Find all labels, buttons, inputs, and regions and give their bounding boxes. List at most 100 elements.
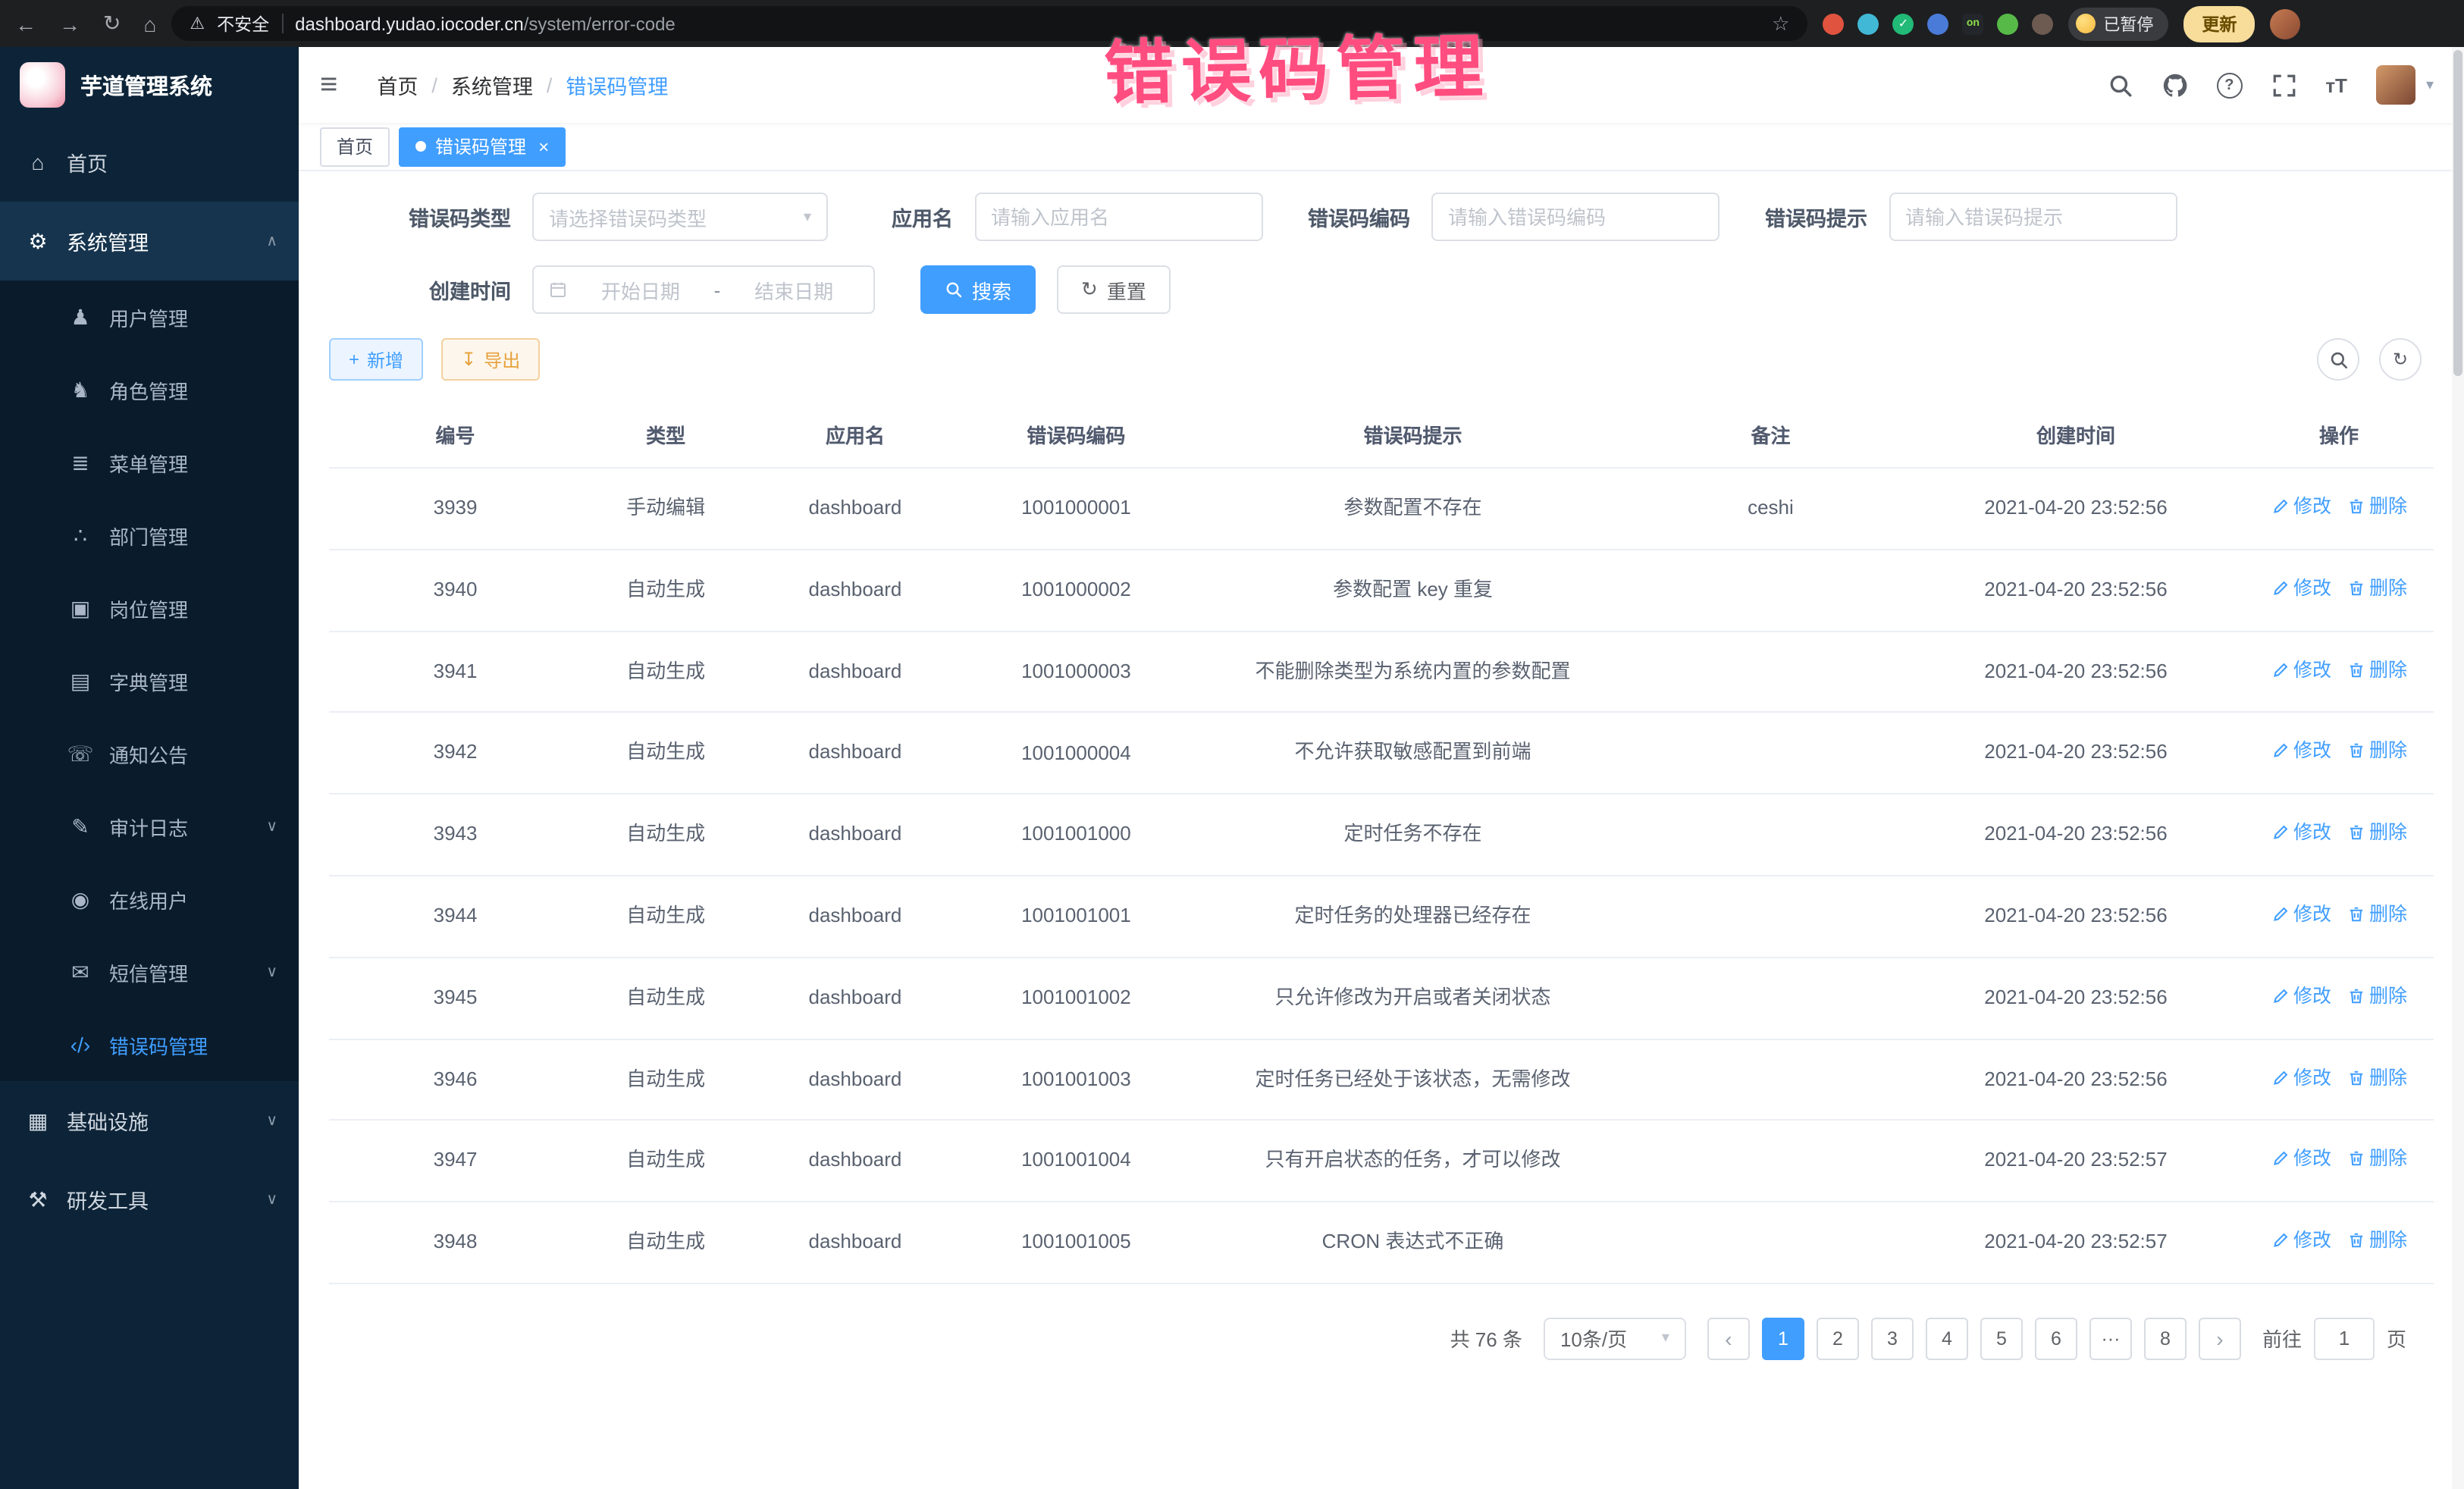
ext-record-icon[interactable]	[1823, 13, 1844, 34]
sidebar-item-notice[interactable]: ☏通知公告	[0, 717, 299, 790]
edit-link[interactable]: 修改	[2271, 1062, 2331, 1092]
close-icon[interactable]: ×	[538, 136, 549, 157]
sidebar-item-menu[interactable]: ≣菜单管理	[0, 426, 299, 499]
cell-remark	[1634, 1121, 1908, 1202]
forward-icon[interactable]: →	[59, 11, 80, 36]
screen: ← → ↻ ⌂ ⚠ 不安全 dashboard.yudao.iocoder.cn…	[0, 0, 2464, 1489]
cell-type: 自动生成	[582, 1039, 750, 1121]
sidebar-item-infra[interactable]: ▦基础设施∨	[0, 1081, 299, 1160]
sidebar-item-dept[interactable]: ∴部门管理	[0, 499, 299, 572]
search-icon[interactable]	[2107, 72, 2133, 98]
bookmark-star-icon[interactable]: ☆	[1772, 11, 1789, 36]
error-hint-input[interactable]	[1889, 193, 2177, 241]
sidebar-item-auditlog[interactable]: ✎审计日志∨	[0, 790, 299, 863]
cell-code-text: 1001000003	[1017, 655, 1135, 688]
refresh-table-button[interactable]: ↻	[2379, 338, 2422, 381]
update-button[interactable]: 更新	[2183, 5, 2255, 42]
delete-link[interactable]: 删除	[2346, 573, 2407, 603]
sidebar-item-system[interactable]: ⚙系统管理∧	[0, 202, 299, 281]
breadcrumb-system[interactable]: 系统管理	[451, 70, 533, 100]
ext-pin-icon[interactable]	[2032, 13, 2053, 34]
ext-leaf-icon[interactable]	[1997, 13, 2018, 34]
page-button-3[interactable]: 3	[1871, 1318, 1914, 1360]
address-bar[interactable]: ⚠ 不安全 dashboard.yudao.iocoder.cn/system/…	[171, 6, 1807, 41]
edit-link[interactable]: 修改	[2271, 1144, 2331, 1174]
goto-page-input[interactable]	[2314, 1318, 2375, 1360]
reload-icon[interactable]: ↻	[103, 11, 121, 36]
edit-link[interactable]: 修改	[2271, 981, 2331, 1011]
app-name-input[interactable]	[974, 193, 1262, 241]
delete-link[interactable]: 删除	[2346, 899, 2407, 929]
github-icon[interactable]	[2161, 72, 2187, 98]
table-row: 3940自动生成dashboard1001000002参数配置 key 重复20…	[329, 550, 2434, 632]
sidebar-item-user[interactable]: ♟用户管理	[0, 281, 299, 353]
export-button[interactable]: ↧ 导出	[441, 338, 540, 381]
sidebar-item-online[interactable]: ◉在线用户	[0, 863, 299, 936]
delete-link[interactable]: 删除	[2346, 1144, 2407, 1174]
edit-link[interactable]: 修改	[2271, 1225, 2331, 1255]
add-button[interactable]: + 新增	[329, 338, 423, 381]
breadcrumb-home[interactable]: 首页	[377, 70, 418, 100]
page-button-1[interactable]: 1	[1762, 1318, 1804, 1360]
page-button-8[interactable]: 8	[2144, 1318, 2187, 1360]
window-scrollbar[interactable]	[2452, 47, 2464, 1489]
date-range-picker[interactable]: 开始日期 - 结束日期	[532, 265, 875, 314]
delete-link[interactable]: 删除	[2346, 491, 2407, 522]
toggle-search-button[interactable]	[2317, 338, 2359, 381]
trash-icon	[2346, 497, 2365, 516]
ext-onetab-icon[interactable]: on	[1962, 13, 1983, 34]
cell-id: 3948	[329, 1202, 582, 1284]
page-button-5[interactable]: 5	[1980, 1318, 2023, 1360]
next-page-button[interactable]: ›	[2199, 1318, 2241, 1360]
page-button-4[interactable]: 4	[1926, 1318, 1968, 1360]
caret-down-icon[interactable]: ▾	[2426, 77, 2434, 93]
sidebar-item-post[interactable]: ▣岗位管理	[0, 572, 299, 644]
tab-错误码管理[interactable]: 错误码管理×	[399, 127, 566, 166]
delete-link[interactable]: 删除	[2346, 1225, 2407, 1255]
paused-badge[interactable]: 已暂停	[2068, 7, 2168, 40]
edit-link[interactable]: 修改	[2271, 817, 2331, 848]
back-icon[interactable]: ←	[15, 11, 36, 36]
delete-link[interactable]: 删除	[2346, 736, 2407, 766]
scrollbar-thumb[interactable]	[2453, 50, 2462, 376]
fullscreen-icon[interactable]	[2271, 72, 2296, 98]
sidebar-item-home[interactable]: ⌂首页	[0, 123, 299, 202]
edit-link[interactable]: 修改	[2271, 736, 2331, 766]
page-button-6[interactable]: 6	[2035, 1318, 2077, 1360]
search-button[interactable]: 搜索	[920, 265, 1036, 314]
ext-check-icon[interactable]: ✓	[1892, 13, 1914, 34]
delete-link[interactable]: 删除	[2346, 817, 2407, 848]
prev-page-button[interactable]: ‹	[1707, 1318, 1750, 1360]
column-header: 备注	[1634, 402, 1908, 468]
sidebar-item-sms[interactable]: ✉短信管理∨	[0, 936, 299, 1008]
error-type-select[interactable]: 请选择错误码类型 ▾	[532, 193, 828, 241]
filter-row-1: 错误码类型 请选择错误码类型 ▾ 应用名 错误码编码 错误码提示	[329, 193, 2434, 241]
help-icon[interactable]: ?	[2216, 72, 2242, 98]
tab-首页[interactable]: 首页	[320, 127, 390, 166]
page-size-select[interactable]: 10条/页 ▾	[1544, 1318, 1686, 1360]
page-button-2[interactable]: 2	[1817, 1318, 1859, 1360]
sidebar-item-dict[interactable]: ▤字典管理	[0, 644, 299, 717]
edit-link[interactable]: 修改	[2271, 573, 2331, 603]
ext-drop-icon[interactable]	[1857, 13, 1879, 34]
sidebar-item-role[interactable]: ♞角色管理	[0, 353, 299, 426]
ext-stats-icon[interactable]	[1927, 13, 1948, 34]
hamburger-icon[interactable]: ≡	[320, 67, 337, 102]
delete-link[interactable]: 删除	[2346, 654, 2407, 685]
browser-home-icon[interactable]: ⌂	[143, 11, 156, 36]
edit-link[interactable]: 修改	[2271, 491, 2331, 522]
more-pages-button[interactable]: ···	[2089, 1318, 2132, 1360]
user-avatar[interactable]	[2376, 65, 2415, 105]
sidebar-item-label: 通知公告	[109, 739, 188, 768]
delete-link[interactable]: 删除	[2346, 1062, 2407, 1092]
reset-button[interactable]: ↻ 重置	[1057, 265, 1171, 314]
sidebar-item-errorcode[interactable]: ‹/›错误码管理	[0, 1008, 299, 1081]
edit-link[interactable]: 修改	[2271, 654, 2331, 685]
refresh-icon: ↻	[1081, 277, 1098, 302]
error-code-input[interactable]	[1431, 193, 1719, 241]
sidebar-item-tools[interactable]: ⚒研发工具∨	[0, 1160, 299, 1239]
edit-link[interactable]: 修改	[2271, 899, 2331, 929]
delete-link[interactable]: 删除	[2346, 981, 2407, 1011]
font-size-icon[interactable]: тT	[2325, 74, 2347, 96]
browser-profile-avatar[interactable]	[2270, 8, 2300, 39]
